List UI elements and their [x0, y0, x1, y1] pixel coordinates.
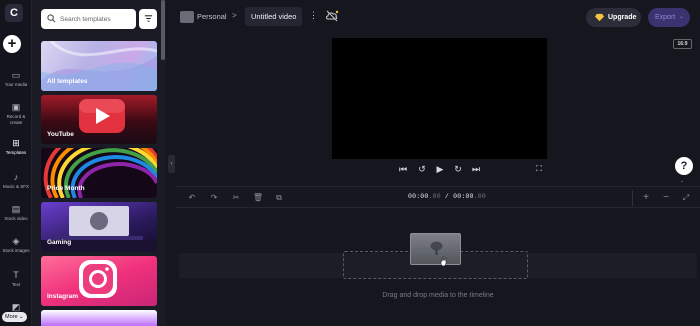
chevron-down-icon: ⌄	[678, 14, 684, 20]
template-card-label: Gaming	[47, 239, 72, 246]
template-card-instagram[interactable]: Instagram	[41, 256, 157, 306]
rail-item-label: Text	[11, 282, 21, 287]
template-card-pride-month[interactable]: Pride Month	[41, 148, 157, 198]
rail-item-label: Record & create	[6, 114, 26, 125]
total-time: 00:00	[453, 193, 474, 200]
chevron-down-icon[interactable]: ⌄	[680, 178, 684, 184]
rail-item-stock-video[interactable]: ▤ Stock video	[0, 204, 32, 222]
play-icon[interactable]: ▶	[434, 163, 446, 175]
template-card-label: Instagram	[47, 293, 79, 300]
rewind-5-icon[interactable]: ↺	[415, 163, 429, 175]
fit-timeline-icon[interactable]: ⤢	[680, 192, 692, 204]
upgrade-button[interactable]: Upgrade	[586, 8, 641, 27]
top-bar: Personal > Untitled video ⋮ Upgrade Expo…	[176, 0, 700, 35]
redo-icon[interactable]: ↷	[208, 192, 220, 204]
template-card-gaming[interactable]: Gaming	[41, 202, 157, 252]
skip-forward-icon[interactable]: ⏭	[470, 163, 482, 175]
template-card-label: YouTube	[47, 131, 74, 138]
search-box[interactable]	[41, 9, 136, 29]
rail-item-label: Your media	[4, 82, 28, 87]
skip-back-icon[interactable]: ⏮	[397, 163, 409, 175]
zoom-out-icon[interactable]: −	[660, 192, 672, 204]
tree-image	[430, 241, 443, 255]
template-card-label: All templates	[47, 78, 88, 85]
text-icon: T	[13, 270, 19, 280]
dragged-media-thumbnail[interactable]	[410, 233, 461, 265]
trash-icon[interactable]: 🗑	[252, 192, 264, 204]
search-input[interactable]	[60, 12, 132, 26]
breadcrumb-separator-icon: >	[232, 11, 237, 20]
current-time-frac: .00	[428, 193, 441, 200]
rail-item-label: Stock video	[4, 216, 28, 221]
diamond-icon	[595, 13, 604, 22]
undo-icon[interactable]: ↶	[186, 192, 198, 204]
fullscreen-icon[interactable]: ⛶	[533, 163, 545, 175]
record-icon: ▣	[11, 102, 21, 112]
add-media-button[interactable]: +	[3, 35, 21, 53]
workspace-avatar[interactable]	[180, 11, 194, 23]
rail-item-your-media[interactable]: ▭ Your media	[0, 70, 32, 88]
templates-icon: ⊞	[12, 138, 20, 148]
folder-icon: ▭	[11, 70, 21, 80]
rail-item-music-sfx[interactable]: ♪ Music & SFX	[0, 172, 32, 190]
rail-item-templates[interactable]: ⊞ Templates	[0, 138, 32, 156]
template-card-youtube[interactable]: YouTube	[41, 95, 157, 144]
export-button[interactable]: Export ⌄	[648, 8, 690, 27]
template-card-all[interactable]: All templates	[41, 41, 157, 91]
panel-scrollbar[interactable]	[161, 0, 165, 60]
template-card-partial[interactable]	[41, 310, 157, 326]
rail-item-label: Stock images	[2, 248, 30, 253]
help-button[interactable]: ?	[675, 157, 693, 175]
templates-panel: All templates YouTube Pride Month	[32, 0, 166, 326]
project-title[interactable]: Untitled video	[245, 7, 303, 26]
workspace-name[interactable]: Personal	[197, 12, 227, 21]
aspect-ratio-button[interactable]: 16:9	[673, 39, 692, 49]
forward-5-icon[interactable]: ↻	[451, 163, 465, 175]
video-preview-canvas[interactable]	[332, 38, 547, 159]
current-time: 00:00	[408, 193, 429, 200]
timecode: 00:00.00 / 00:00.00	[408, 193, 486, 200]
left-rail: C + ▭ Your media ▣ Record & create ⊞ Tem…	[0, 0, 32, 326]
clipchamp-logo[interactable]: C	[5, 4, 23, 22]
music-icon: ♪	[13, 172, 19, 182]
search-icon	[47, 14, 56, 23]
scissors-icon[interactable]: ✂	[230, 192, 242, 204]
total-time-frac: .00	[473, 193, 486, 200]
app-window: C + ▭ Your media ▣ Record & create ⊞ Tem…	[0, 0, 700, 326]
timeline-toolbar: ↶ ↷ ✂ 🗑 ⧉ 00:00.00 / 00:00.00 + − ⤢	[176, 186, 700, 208]
rail-item-label: Music & SFX	[2, 184, 29, 189]
rail-item-stock-images[interactable]: ◈ Stock images	[0, 236, 32, 254]
toolbar-divider	[632, 190, 633, 206]
template-card-label: Pride Month	[47, 185, 85, 192]
kebab-menu-icon[interactable]: ⋮	[309, 10, 318, 21]
zoom-in-icon[interactable]: +	[640, 192, 652, 204]
filter-button[interactable]	[139, 9, 157, 29]
cloud-off-icon[interactable]	[325, 10, 339, 22]
drop-hint-text: Drag and drop media to the timeline	[382, 292, 494, 299]
stock-images-icon: ◈	[12, 236, 20, 246]
rail-item-record-create[interactable]: ▣ Record & create	[0, 102, 32, 126]
collapse-panel-button[interactable]: ‹	[168, 155, 175, 173]
filter-icon	[144, 15, 152, 22]
rail-item-text[interactable]: T Text	[0, 270, 32, 288]
time-separator: /	[440, 193, 454, 200]
stock-video-icon: ▤	[11, 204, 21, 214]
rail-item-label: Templates	[5, 150, 27, 155]
more-button[interactable]: More ⌄	[2, 312, 27, 322]
grab-cursor-icon	[440, 256, 447, 267]
add-to-library-icon[interactable]: ⧉	[273, 192, 285, 204]
